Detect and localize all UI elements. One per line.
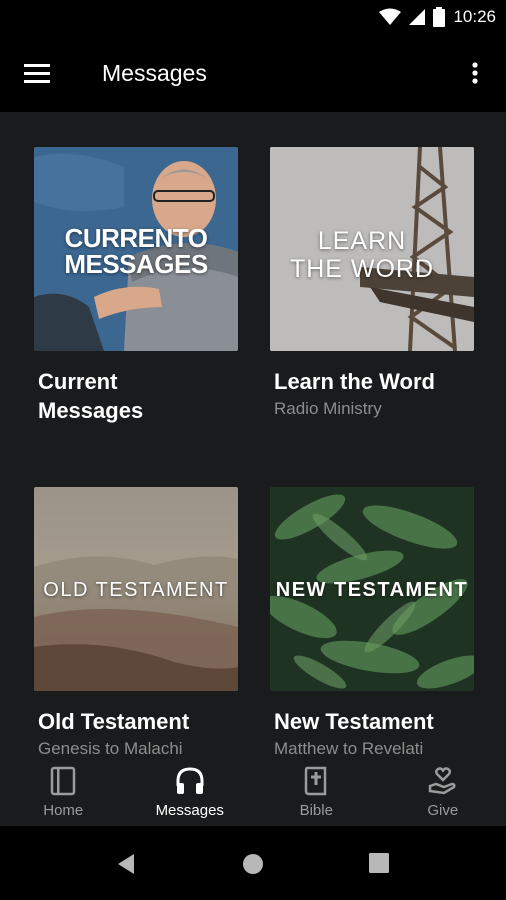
card-learn-the-word[interactable]: LEARN THE WORD Learn the Word Radio Mini… xyxy=(270,147,474,419)
home-circle-icon[interactable] xyxy=(242,853,264,875)
card-title: New Testament xyxy=(274,709,434,734)
page-title: Messages xyxy=(102,60,207,86)
thumb-caption-line: THE WORD xyxy=(289,255,435,283)
recents-square-icon[interactable] xyxy=(369,853,389,873)
nav-label: Bible xyxy=(299,802,333,819)
messages-grid: CURRENTO MESSAGES Current Messages LEARN… xyxy=(0,112,506,754)
bottom-navigation: Home Messages Bible Give xyxy=(0,754,506,826)
card-subtitle: Genesis to Malachi xyxy=(38,739,183,754)
nav-item-give[interactable]: Give xyxy=(380,754,506,826)
card-new-testament[interactable]: NEW TESTAMENT New Testament Matthew to R… xyxy=(270,487,474,754)
battery-icon xyxy=(433,7,446,27)
card-title: Learn the Word xyxy=(274,369,435,394)
book-outline-icon xyxy=(51,766,76,796)
card-title: Current Messages xyxy=(38,369,144,423)
status-bar: 10:26 xyxy=(0,0,506,36)
card-subtitle: Radio Ministry xyxy=(274,399,382,418)
give-heart-hand-icon xyxy=(428,767,456,795)
headphones-icon xyxy=(176,767,204,794)
card-thumbnail: OLD TESTAMENT xyxy=(34,487,238,691)
thumb-caption-line: CURRENTO xyxy=(64,223,208,253)
card-old-testament[interactable]: OLD TESTAMENT Old Testament Genesis to M… xyxy=(34,487,238,754)
nav-item-home[interactable]: Home xyxy=(0,754,127,826)
menu-button[interactable] xyxy=(22,60,54,88)
more-options-button[interactable] xyxy=(464,58,486,90)
nav-label: Home xyxy=(43,802,84,819)
bible-icon xyxy=(305,766,327,796)
card-thumbnail: CURRENTO MESSAGES xyxy=(34,147,238,351)
card-title: Old Testament xyxy=(38,709,190,734)
card-thumbnail: NEW TESTAMENT xyxy=(270,487,474,691)
thumb-caption: NEW TESTAMENT xyxy=(275,579,469,601)
card-subtitle: Matthew to Revelati xyxy=(274,739,424,754)
system-navigation-bar xyxy=(0,826,506,900)
thumb-caption: LEARN THE WORD xyxy=(270,227,474,283)
nav-label: Messages xyxy=(155,802,224,819)
back-triangle-icon[interactable] xyxy=(116,853,136,875)
thumb-caption: OLD TESTAMENT xyxy=(43,579,229,601)
hamburger-menu-icon xyxy=(24,64,50,83)
app-bar: Messages xyxy=(0,36,506,112)
card-thumbnail: LEARN THE WORD xyxy=(270,147,474,351)
card-current-messages[interactable]: CURRENTO MESSAGES Current Messages xyxy=(34,147,238,425)
more-vertical-icon xyxy=(472,62,478,84)
nav-item-messages[interactable]: Messages xyxy=(127,754,254,826)
nav-item-bible[interactable]: Bible xyxy=(253,754,380,826)
status-icons: 10:26 xyxy=(379,7,496,27)
cell-signal-icon xyxy=(409,9,426,25)
thumb-caption: CURRENTO MESSAGES xyxy=(34,225,238,277)
thumb-caption-line: LEARN xyxy=(317,227,407,255)
nav-label: Give xyxy=(427,802,459,819)
status-time: 10:26 xyxy=(453,7,496,26)
thumb-caption-line: MESSAGES xyxy=(64,249,208,279)
wifi-icon xyxy=(379,8,402,25)
